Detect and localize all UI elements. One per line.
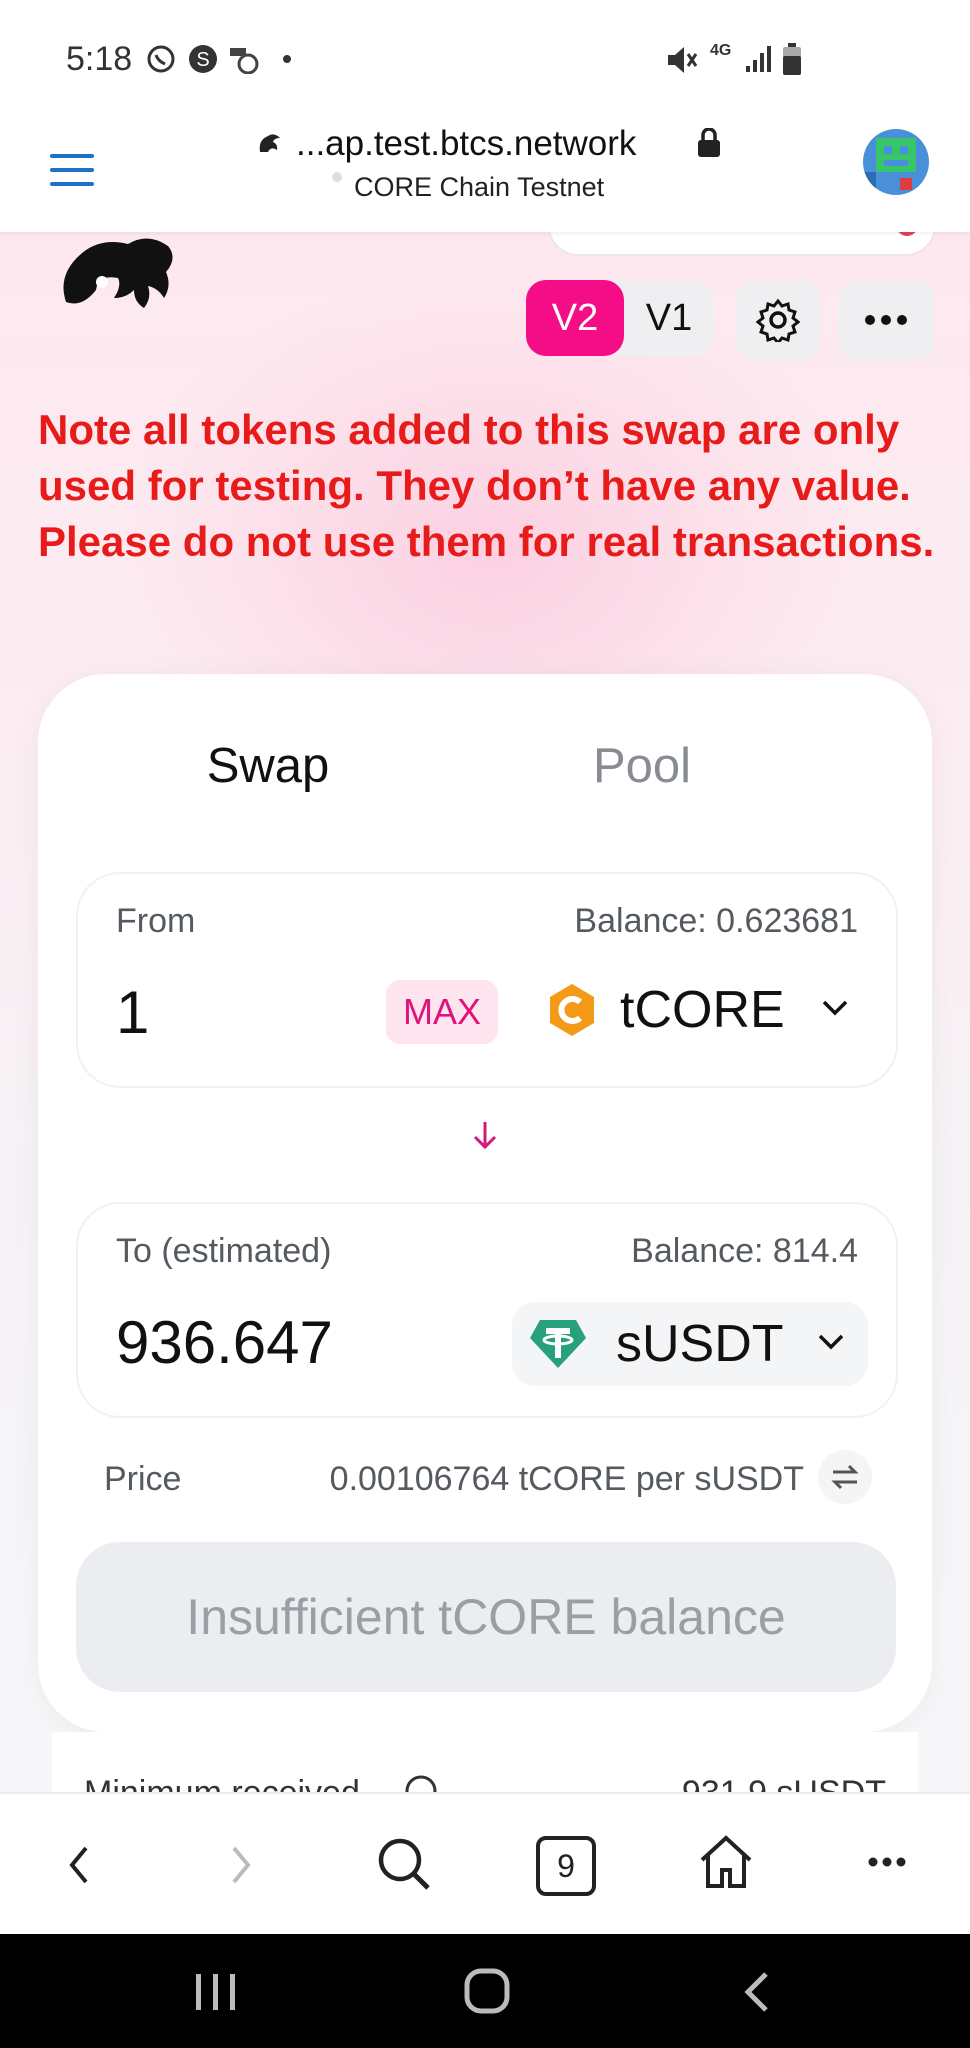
testnet-warning: Note all tokens added to this swap are o… bbox=[38, 406, 935, 565]
user-avatar-icon[interactable] bbox=[862, 128, 930, 196]
network-type: 4G bbox=[710, 42, 732, 59]
recent-apps-icon[interactable] bbox=[194, 1972, 238, 2012]
connection-dot bbox=[332, 172, 342, 182]
to-amount-input[interactable]: 936.647 bbox=[116, 1308, 333, 1377]
price-value: 0.00106764 tCORE per sUSDT bbox=[329, 1460, 804, 1498]
swap-details-panel: Minimum received 931.9 sUSDT bbox=[52, 1732, 918, 1792]
version-v2-button[interactable]: V2 bbox=[526, 280, 624, 356]
wallet-pill[interactable] bbox=[548, 232, 936, 256]
lock-icon bbox=[698, 128, 720, 157]
signal-icon bbox=[746, 46, 771, 72]
usdt-token-icon bbox=[530, 1320, 586, 1368]
mute-icon bbox=[668, 47, 698, 73]
browser-bottom-toolbar: 9 bbox=[0, 1792, 970, 1936]
tcore-token-icon bbox=[550, 984, 594, 1036]
s-app-icon: S bbox=[189, 45, 217, 73]
home-nav-icon[interactable] bbox=[464, 1968, 510, 2014]
notification-app-icon bbox=[230, 48, 259, 74]
minimum-received-value: 931.9 sUSDT bbox=[682, 1774, 886, 1792]
to-label: To (estimated) bbox=[116, 1232, 332, 1270]
back-nav-icon[interactable] bbox=[742, 1970, 772, 2014]
max-button[interactable]: MAX bbox=[386, 980, 498, 1044]
swap-card: Swap Pool From Balance: 0.623681 1 MAX t… bbox=[38, 674, 932, 1732]
from-token-symbol: tCORE bbox=[620, 981, 785, 1039]
tabs-count-button[interactable]: 9 bbox=[536, 1836, 596, 1896]
from-amount-input[interactable]: 1 bbox=[116, 978, 149, 1047]
status-bar: 5:18 S 4G bbox=[0, 0, 970, 112]
more-dots-icon bbox=[865, 315, 907, 325]
to-token-selector[interactable]: sUSDT bbox=[512, 1302, 868, 1386]
swap-direction-arrow-icon[interactable] bbox=[468, 1118, 502, 1154]
help-question-icon[interactable] bbox=[404, 1774, 438, 1792]
tab-pool[interactable]: Pool bbox=[542, 738, 742, 794]
unicorn-logo-icon[interactable] bbox=[56, 232, 184, 324]
chain-name: CORE Chain Testnet bbox=[354, 172, 605, 202]
version-v1-button[interactable]: V1 bbox=[624, 280, 714, 356]
tab-swap[interactable]: Swap bbox=[148, 738, 388, 794]
home-icon[interactable] bbox=[696, 1832, 756, 1892]
gear-icon bbox=[756, 298, 800, 342]
whatsapp-icon bbox=[147, 45, 175, 73]
android-navigation-bar bbox=[0, 1934, 970, 2048]
hamburger-menu-icon[interactable] bbox=[50, 152, 94, 188]
version-toggle: V2 V1 bbox=[526, 280, 714, 356]
from-label: From bbox=[116, 902, 196, 940]
back-chevron-icon[interactable] bbox=[66, 1844, 92, 1886]
settings-button[interactable] bbox=[736, 280, 820, 360]
status-time: 5:18 bbox=[66, 40, 133, 78]
chevron-down-icon bbox=[818, 1334, 844, 1350]
svg-text:S: S bbox=[196, 49, 209, 71]
swap-arrows-icon bbox=[831, 1464, 859, 1490]
more-options-button[interactable] bbox=[838, 280, 934, 360]
minimum-received-label: Minimum received bbox=[84, 1774, 360, 1792]
from-input-panel: From Balance: 0.623681 1 MAX tCORE bbox=[76, 872, 898, 1088]
site-unicorn-favicon-icon bbox=[259, 134, 280, 152]
from-balance: Balance: 0.623681 bbox=[574, 902, 858, 940]
to-balance: Balance: 814.4 bbox=[631, 1232, 858, 1270]
more-menu-icon[interactable] bbox=[868, 1856, 906, 1868]
more-notifications-dot-icon bbox=[283, 55, 291, 63]
insufficient-balance-button[interactable]: Insufficient tCORE balance bbox=[76, 1542, 896, 1692]
swap-page: V2 V1 Note all tokens added to this swap… bbox=[0, 232, 970, 1792]
from-token-selector[interactable]: tCORE bbox=[530, 970, 870, 1054]
url-text[interactable]: ...ap.test.btcs.network bbox=[296, 124, 636, 164]
battery-icon bbox=[783, 43, 801, 75]
forward-chevron-icon[interactable] bbox=[228, 1844, 254, 1886]
price-label: Price bbox=[104, 1460, 182, 1498]
browser-address-bar: ...ap.test.btcs.network CORE Chain Testn… bbox=[0, 112, 970, 232]
to-token-symbol: sUSDT bbox=[616, 1315, 784, 1373]
chevron-down-icon bbox=[822, 1000, 848, 1016]
to-input-panel: To (estimated) Balance: 814.4 936.647 sU… bbox=[76, 1202, 898, 1418]
search-icon[interactable] bbox=[376, 1836, 432, 1892]
invert-price-button[interactable] bbox=[818, 1450, 872, 1504]
